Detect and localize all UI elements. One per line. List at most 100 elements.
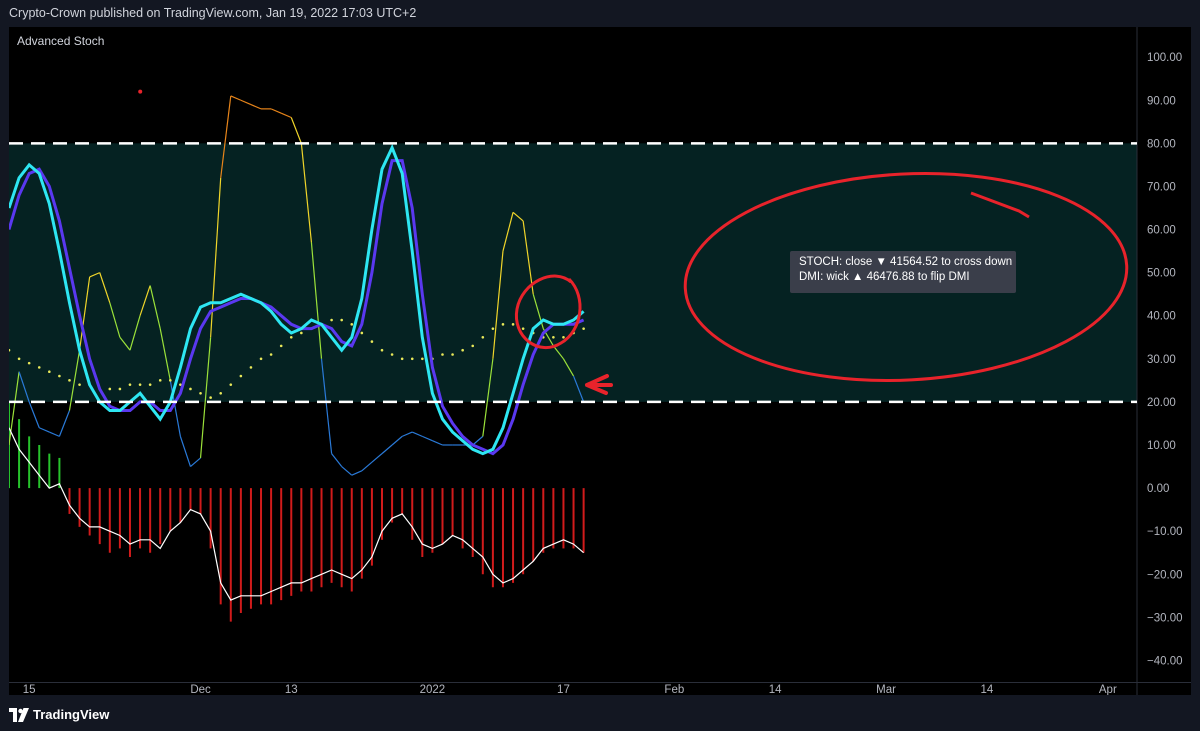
signal-dot	[158, 379, 162, 382]
signal-dot	[259, 357, 263, 361]
signal-dot	[471, 344, 475, 348]
y-tick-label: 90.00	[1147, 95, 1176, 107]
x-tick-label: Apr	[1099, 684, 1117, 695]
dmi-line-segment	[49, 431, 60, 437]
x-tick-label: Mar	[876, 684, 896, 695]
signal-dot	[269, 353, 273, 356]
signal-dot	[501, 323, 505, 326]
y-tick-label: 30.00	[1147, 354, 1176, 366]
signal-dot	[249, 366, 253, 369]
signal-dot	[128, 383, 132, 386]
signal-dot	[209, 396, 212, 399]
indicator-name[interactable]: Advanced Stoch	[17, 34, 104, 48]
signal-dot	[380, 348, 384, 352]
x-tick-label: 17	[557, 684, 570, 695]
dmi-line-segment	[381, 444, 393, 455]
dmi-line-segment	[412, 431, 423, 437]
dmi-line-segment	[270, 108, 282, 114]
y-tick-label: 0.00	[1147, 483, 1169, 495]
signal-dot	[138, 383, 142, 386]
signal-dot	[229, 383, 233, 386]
signal-dot	[37, 366, 41, 369]
signal-dot	[289, 335, 293, 339]
dmi-line-segment	[230, 95, 242, 101]
signal-dot	[17, 357, 21, 361]
signal-dot	[118, 387, 122, 391]
signal-dot	[340, 318, 343, 322]
dmi-line-segment	[422, 435, 433, 442]
price-tooltip: STOCH: close ▼ 41564.52 to cross down DM…	[790, 251, 1016, 293]
dmi-line-segment	[371, 453, 383, 463]
x-tick-label: 14	[980, 684, 993, 695]
x-tick-label: 15	[23, 684, 36, 695]
signal-dot	[451, 353, 454, 356]
dmi-line-segment	[290, 117, 302, 144]
indicator-pane[interactable]: 100.00 90.00 80.00 70.00 60.00 50.00 40.00 30.0…	[9, 27, 1191, 695]
signal-dot	[390, 353, 394, 356]
signal-dot	[148, 383, 152, 386]
y-tick-label: −30.00	[1147, 612, 1183, 624]
bottom-bar	[0, 700, 1200, 731]
x-tick-label: 14	[769, 684, 782, 695]
signal-dot	[279, 344, 283, 348]
dmi-line-segment	[472, 435, 484, 446]
dmi-line-segment	[179, 436, 192, 467]
dmi-line-segment	[432, 440, 443, 446]
x-tick-label: Feb	[664, 684, 684, 695]
dmi-line-segment	[58, 410, 71, 437]
y-tick-label: 80.00	[1147, 138, 1176, 150]
signal-dot	[58, 374, 61, 378]
y-tick-label: −10.00	[1147, 526, 1183, 538]
y-tick-label: 10.00	[1147, 440, 1176, 452]
y-tick-label: −40.00	[1147, 655, 1183, 667]
signal-dot	[552, 335, 555, 339]
signal-dot	[360, 331, 364, 335]
signal-dot	[562, 335, 565, 339]
signal-dot	[48, 370, 51, 374]
y-tick-label: 20.00	[1147, 397, 1176, 409]
signal-dot	[370, 340, 374, 343]
y-tick-label: 40.00	[1147, 311, 1176, 323]
signal-dot	[78, 383, 81, 386]
signal-dot	[239, 374, 243, 378]
signal-dot	[68, 379, 71, 382]
signal-dot	[189, 387, 192, 391]
signal-dot	[481, 335, 485, 339]
y-tick-label: 60.00	[1147, 225, 1176, 237]
x-tick-label: Dec	[190, 684, 211, 695]
y-tick-label: −20.00	[1147, 569, 1183, 581]
y-tick-label: 100.00	[1147, 52, 1182, 64]
signal-dot	[219, 391, 223, 395]
signal-dot	[168, 379, 172, 382]
publish-info: Crypto-Crown published on TradingView.co…	[9, 6, 417, 20]
tooltip-stoch-line: STOCH: close ▼ 41564.52 to cross down	[799, 256, 1013, 268]
signal-marker-dot	[138, 89, 143, 94]
dmi-line-segment	[351, 470, 363, 476]
signal-dot	[491, 327, 495, 330]
dmi-line-segment	[361, 461, 373, 472]
signal-dot	[441, 353, 444, 356]
signal-dot	[300, 331, 303, 335]
signal-dot	[350, 323, 354, 326]
signal-dot	[410, 357, 414, 361]
tooltip-dmi-line: DMI: wick ▲ 46476.88 to flip DMI	[799, 271, 970, 283]
signal-dot	[108, 387, 112, 391]
tradingview-logo-icon[interactable]	[9, 707, 29, 723]
signal-dot	[330, 318, 333, 322]
dmi-line-segment	[28, 401, 40, 428]
dmi-line-segment	[341, 466, 353, 476]
signal-dot	[521, 327, 525, 330]
signal-dot	[511, 323, 515, 326]
signal-dot	[421, 357, 424, 361]
dmi-line-segment	[240, 99, 252, 106]
tradingview-brand[interactable]: TradingView	[33, 707, 109, 722]
signal-dot	[461, 348, 464, 352]
chart-svg[interactable]: 100.00 90.00 80.00 70.00 60.00 50.00 40.00 30.0…	[9, 27, 1191, 695]
y-tick-label: 70.00	[1147, 181, 1176, 193]
signal-dot	[400, 357, 404, 361]
dmi-line-segment	[39, 427, 50, 433]
dmi-line-segment	[190, 457, 201, 467]
signal-dot	[582, 327, 585, 330]
top-bar: Crypto-Crown published on TradingView.co…	[0, 0, 1200, 27]
signal-dot	[27, 361, 31, 365]
